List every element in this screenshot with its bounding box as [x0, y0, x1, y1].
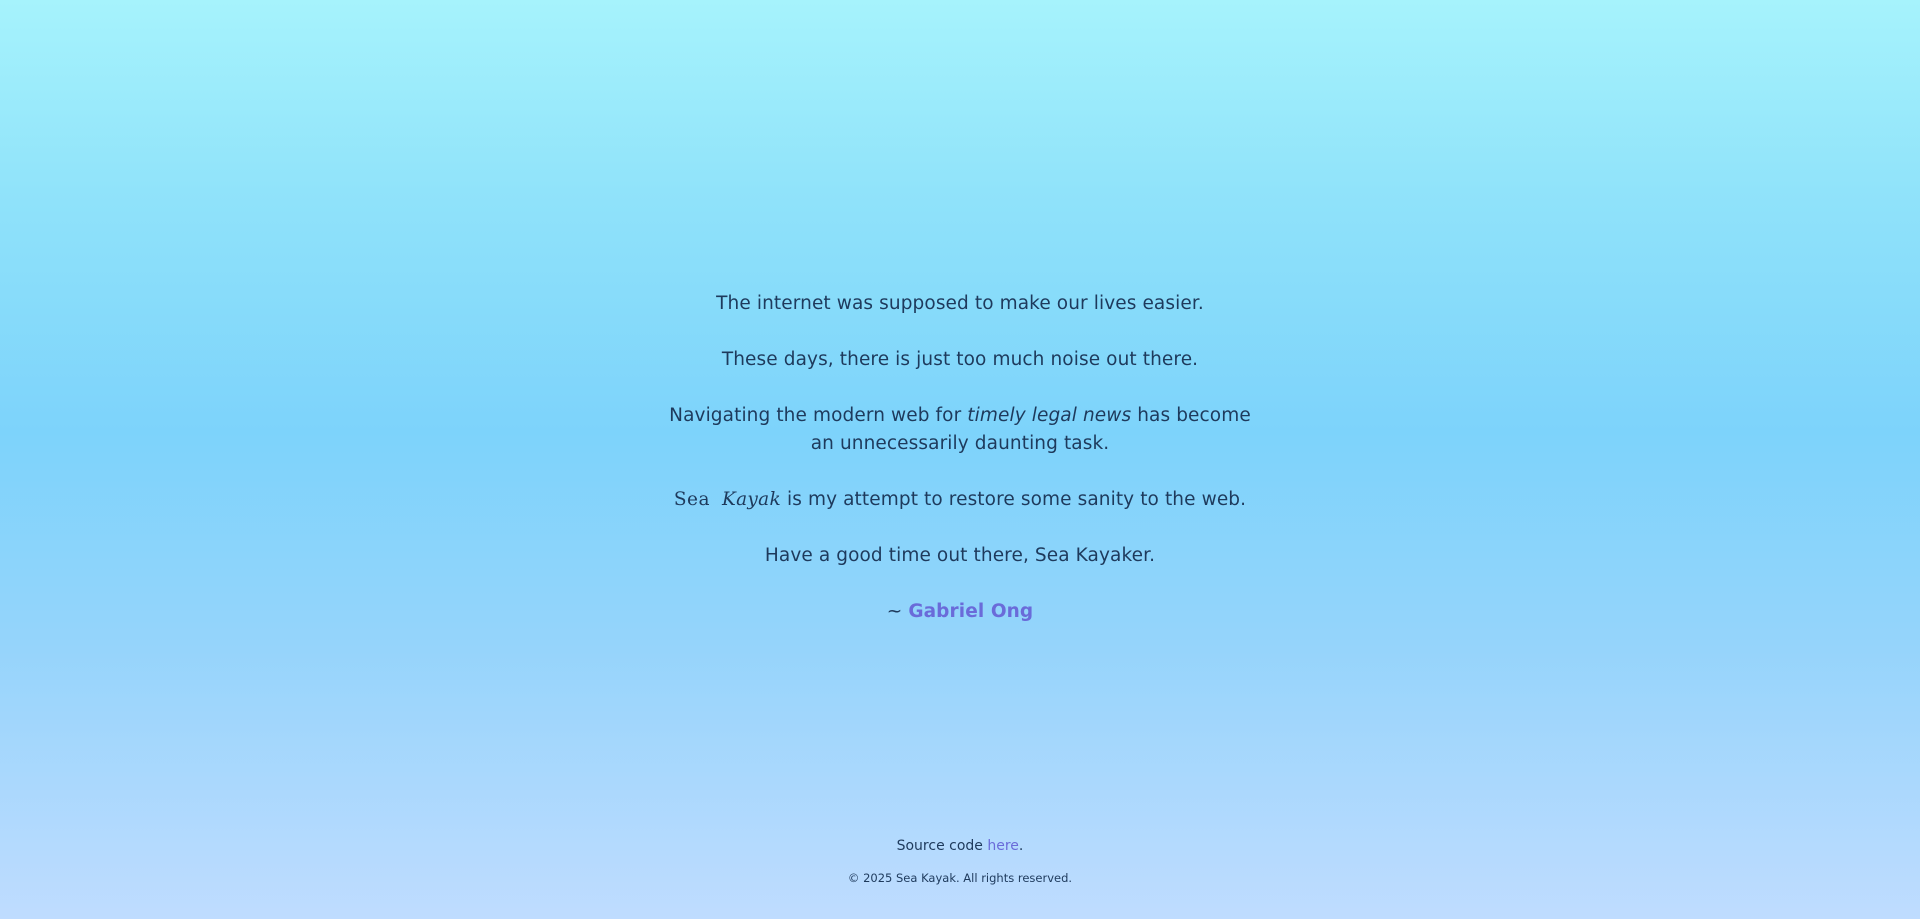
intro-line-2: These days, there is just too much noise…: [721, 349, 1199, 370]
intro-line-4: Sea Kayak is my attempt to restore some …: [0, 486, 1920, 514]
signature-prefix: ~: [886, 601, 909, 622]
signature: ~ Gabriel Ong: [0, 598, 1920, 626]
intro-line-3-prefix: Navigating the modern web for: [669, 405, 968, 426]
footer: Source code here. © 2025 Sea Kayak. All …: [0, 835, 1920, 887]
intro-line-1: The internet was supposed to make our li…: [716, 293, 1204, 314]
intro-line-5: Have a good time out there, Sea Kayaker.: [764, 545, 1156, 566]
intro-line-3: Navigating the modern web for timely leg…: [660, 402, 1260, 458]
source-code-line: Source code here.: [0, 835, 1920, 857]
emphasis-text: timely legal news: [967, 405, 1132, 426]
main-content: The internet was supposed to make our li…: [0, 290, 1920, 626]
intro-line-4-suffix: is my attempt to restore some sanity to …: [781, 489, 1247, 510]
source-code-prefix: Source code: [896, 838, 988, 854]
brand-name-kayak: Kayak: [721, 489, 782, 510]
brand-name-sea: Sea: [673, 489, 710, 510]
author-link[interactable]: Gabriel Ong: [908, 601, 1033, 622]
source-code-link[interactable]: here: [987, 838, 1019, 854]
copyright-text: © 2025 Sea Kayak. All rights reserved.: [847, 871, 1073, 885]
source-code-suffix: .: [1018, 838, 1024, 854]
